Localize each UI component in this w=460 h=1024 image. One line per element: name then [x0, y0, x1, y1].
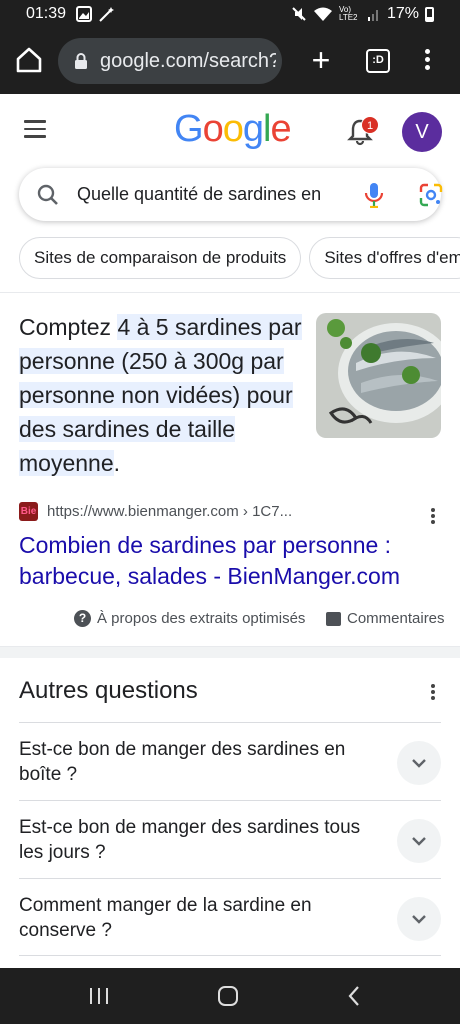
browser-menu-button[interactable]	[420, 46, 434, 76]
menu-icon[interactable]	[24, 120, 46, 138]
about-featured-snippets-link[interactable]: ? À propos des extraits optimisés	[74, 610, 305, 627]
chevron-down-icon	[412, 915, 426, 924]
question-item[interactable]: Est-ce bon de manger des sardines en boî…	[19, 722, 441, 800]
lock-icon	[75, 53, 87, 69]
divider	[0, 292, 460, 293]
battery-icon	[425, 6, 434, 22]
logo-letter: g	[242, 108, 264, 150]
gallery-icon	[76, 6, 92, 22]
avatar[interactable]: V	[402, 112, 442, 152]
google-logo[interactable]: Google	[174, 108, 292, 151]
sardines-image[interactable]	[316, 313, 441, 438]
url-text: google.com/search?	[100, 49, 276, 72]
chevron-down-icon	[412, 837, 426, 846]
logo-letter: e	[270, 108, 291, 150]
logo-letter: o	[202, 108, 224, 150]
feedback-link[interactable]: Commentaires	[326, 610, 445, 627]
result-source[interactable]: Bie https://www.bienmanger.com › 1C7...	[19, 500, 441, 524]
expand-question-button[interactable]	[397, 819, 441, 863]
feedback-icon	[326, 611, 341, 626]
search-query: Quelle quantité de sardines en	[77, 184, 322, 204]
search-icon	[37, 184, 58, 205]
google-lens-icon[interactable]	[419, 183, 443, 207]
logo-letter: G	[174, 108, 204, 150]
snippet-suffix: .	[113, 450, 121, 476]
home-icon[interactable]	[14, 45, 44, 75]
filter-chips: Sites de comparaison de produits Sites d…	[19, 237, 460, 279]
mute-icon	[292, 7, 306, 21]
wifi-icon	[313, 7, 332, 21]
result-title-link[interactable]: Combien de sardines par personne : barbe…	[19, 530, 439, 592]
help-icon: ?	[74, 610, 91, 627]
related-questions-title: Autres questions	[19, 677, 198, 704]
related-questions-list: Est-ce bon de manger des sardines en boî…	[19, 722, 441, 956]
related-questions-menu-icon[interactable]	[429, 682, 437, 702]
status-right-icons: Vo) LTE2 17%	[291, 5, 434, 23]
expand-question-button[interactable]	[397, 741, 441, 785]
about-label: À propos des extraits optimisés	[97, 610, 306, 627]
recent-apps-icon[interactable]	[88, 986, 110, 1006]
chip-comparison-sites[interactable]: Sites de comparaison de produits	[19, 237, 302, 279]
question-item[interactable]: Comment manger de la sardine en conserve…	[19, 878, 441, 956]
magic-wand-icon	[99, 7, 114, 22]
google-header: Google 1 V	[0, 94, 460, 170]
comments-label: Commentaires	[347, 610, 445, 627]
featured-snippet-text: Comptez 4 à 5 sardines par personne (250…	[19, 310, 309, 480]
logo-letter: o	[222, 108, 244, 150]
system-nav-bar	[0, 968, 460, 1024]
battery-percent: 17%	[386, 5, 419, 22]
question-item[interactable]: Est-ce bon de manger des sardines tous l…	[19, 800, 441, 878]
notification-badge: 1	[361, 116, 379, 134]
voice-search-icon[interactable]	[364, 182, 384, 208]
question-text: Comment manger de la sardine en conserve…	[19, 895, 312, 941]
status-time: 01:39	[26, 5, 67, 22]
tab-switcher-button[interactable]: :D	[366, 49, 390, 73]
url-bar[interactable]: google.com/search?	[58, 38, 282, 84]
signal-icon	[367, 10, 378, 21]
home-nav-icon[interactable]	[217, 985, 239, 1007]
question-text: Est-ce bon de manger des sardines en boî…	[19, 739, 346, 785]
snippet-footer: ? À propos des extraits optimisés Commen…	[0, 607, 460, 633]
chip-job-offer-sites[interactable]: Sites d'offres d'em	[309, 237, 460, 279]
result-more-options-icon[interactable]	[429, 506, 437, 526]
site-favicon: Bie	[19, 502, 38, 521]
section-separator	[0, 646, 460, 658]
status-bar: 01:39 Vo) LTE2 17%	[0, 0, 460, 28]
back-icon[interactable]	[346, 985, 362, 1007]
network-label: Vo) LTE2	[338, 5, 358, 22]
status-left-icons	[76, 6, 116, 22]
new-tab-button[interactable]: +	[308, 44, 334, 78]
expand-question-button[interactable]	[397, 897, 441, 941]
chevron-down-icon	[412, 759, 426, 768]
result-url[interactable]: https://www.bienmanger.com › 1C7...	[47, 503, 292, 520]
search-input[interactable]: Quelle quantité de sardines en	[19, 168, 443, 221]
question-text: Est-ce bon de manger des sardines tous l…	[19, 817, 361, 863]
snippet-prefix: Comptez	[19, 314, 118, 340]
browser-toolbar: google.com/search? + :D	[0, 28, 460, 94]
